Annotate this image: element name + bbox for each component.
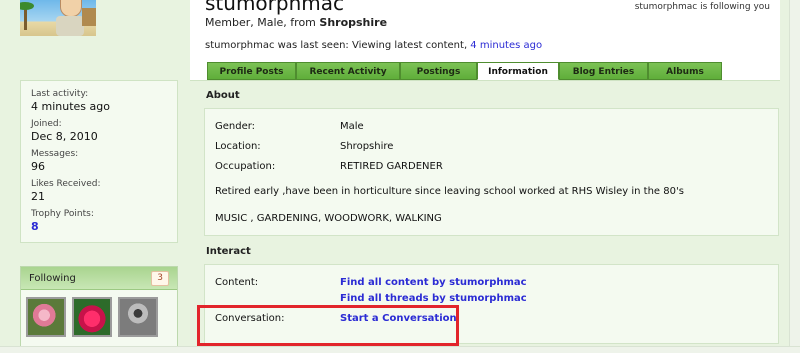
user-meta-text: Member, Male, from xyxy=(205,16,320,29)
following-avatar[interactable] xyxy=(72,297,112,337)
tab-albums[interactable]: Albums xyxy=(648,62,722,80)
interact-title: Interact xyxy=(206,246,251,257)
user-location: Shropshire xyxy=(319,16,388,29)
tab-profile-posts[interactable]: Profile Posts xyxy=(207,62,296,80)
bird-image xyxy=(120,299,156,335)
occupation-value: RETIRED GARDENER xyxy=(340,161,443,172)
location-label: Location: xyxy=(215,141,261,152)
trophy-label: Trophy Points: xyxy=(31,209,94,219)
joined-value: Dec 8, 2010 xyxy=(31,130,98,143)
likes-value: 21 xyxy=(31,190,45,203)
profile-header: stumorphmac Member, Male, from Shropshir… xyxy=(190,0,780,81)
profile-tabs: Profile Posts Recent Activity Postings I… xyxy=(207,62,722,80)
avatar-head xyxy=(60,0,82,17)
flower-image xyxy=(74,299,110,335)
tab-blog-entries[interactable]: Blog Entries xyxy=(559,62,648,80)
find-threads-link[interactable]: Find all threads by stumorphmac xyxy=(340,293,527,304)
content-label: Content: xyxy=(215,277,259,288)
vertical-scrollbar[interactable] xyxy=(789,0,800,353)
following-panel: Following 3 xyxy=(20,266,178,353)
last-seen-time: 4 minutes ago xyxy=(470,40,543,51)
user-meta: Member, Male, from Shropshire xyxy=(205,16,387,29)
tab-postings[interactable]: Postings xyxy=(400,62,477,80)
messages-value: 96 xyxy=(31,160,45,173)
tab-recent-activity[interactable]: Recent Activity xyxy=(296,62,400,80)
joined-label: Joined: xyxy=(31,119,62,129)
profile-main: stumorphmac Member, Male, from Shropshir… xyxy=(190,0,790,353)
gender-label: Gender: xyxy=(215,121,256,132)
bio-text: Retired early ,have been in horticulture… xyxy=(215,186,684,197)
profile-username: stumorphmac xyxy=(205,0,344,15)
following-you-notice: stumorphmac is following you xyxy=(634,2,770,12)
occupation-label: Occupation: xyxy=(215,161,276,172)
avatar-body xyxy=(56,16,84,36)
following-count-badge[interactable]: 3 xyxy=(151,270,169,286)
following-avatars xyxy=(21,290,177,337)
sidebar: Last activity: 4 minutes ago Joined: Dec… xyxy=(0,0,190,353)
last-seen: stumorphmac was last seen: Viewing lates… xyxy=(205,40,542,51)
flower-image xyxy=(28,299,64,335)
avatar[interactable] xyxy=(20,0,96,36)
about-panel: Gender: Male Location: Shropshire Occupa… xyxy=(204,108,779,236)
likes-label: Likes Received: xyxy=(31,179,101,189)
trophy-points-link[interactable]: 8 xyxy=(31,220,167,234)
location-value: Shropshire xyxy=(340,141,394,152)
hut-icon xyxy=(82,8,96,26)
following-avatar[interactable] xyxy=(26,297,66,337)
following-avatar[interactable] xyxy=(118,297,158,337)
highlight-box xyxy=(197,305,459,346)
last-seen-prefix: stumorphmac was last seen: xyxy=(205,40,352,51)
find-content-link[interactable]: Find all content by stumorphmac xyxy=(340,277,527,288)
following-title: Following xyxy=(29,272,76,284)
last-activity-label: Last activity: xyxy=(31,89,89,99)
horizontal-scrollbar[interactable] xyxy=(0,346,800,353)
tab-information[interactable]: Information xyxy=(477,62,559,80)
last-activity-value: 4 minutes ago xyxy=(31,100,110,113)
about-title: About xyxy=(206,90,240,101)
messages-label: Messages: xyxy=(31,149,79,159)
gender-value: Male xyxy=(340,121,364,132)
following-header: Following 3 xyxy=(21,267,177,290)
user-stats: Last activity: 4 minutes ago Joined: Dec… xyxy=(20,80,178,243)
palm-tree-icon xyxy=(20,2,34,30)
last-seen-activity: Viewing latest content xyxy=(351,40,464,51)
interests-text: MUSIC , GARDENING, WOODWORK, WALKING xyxy=(215,213,442,224)
